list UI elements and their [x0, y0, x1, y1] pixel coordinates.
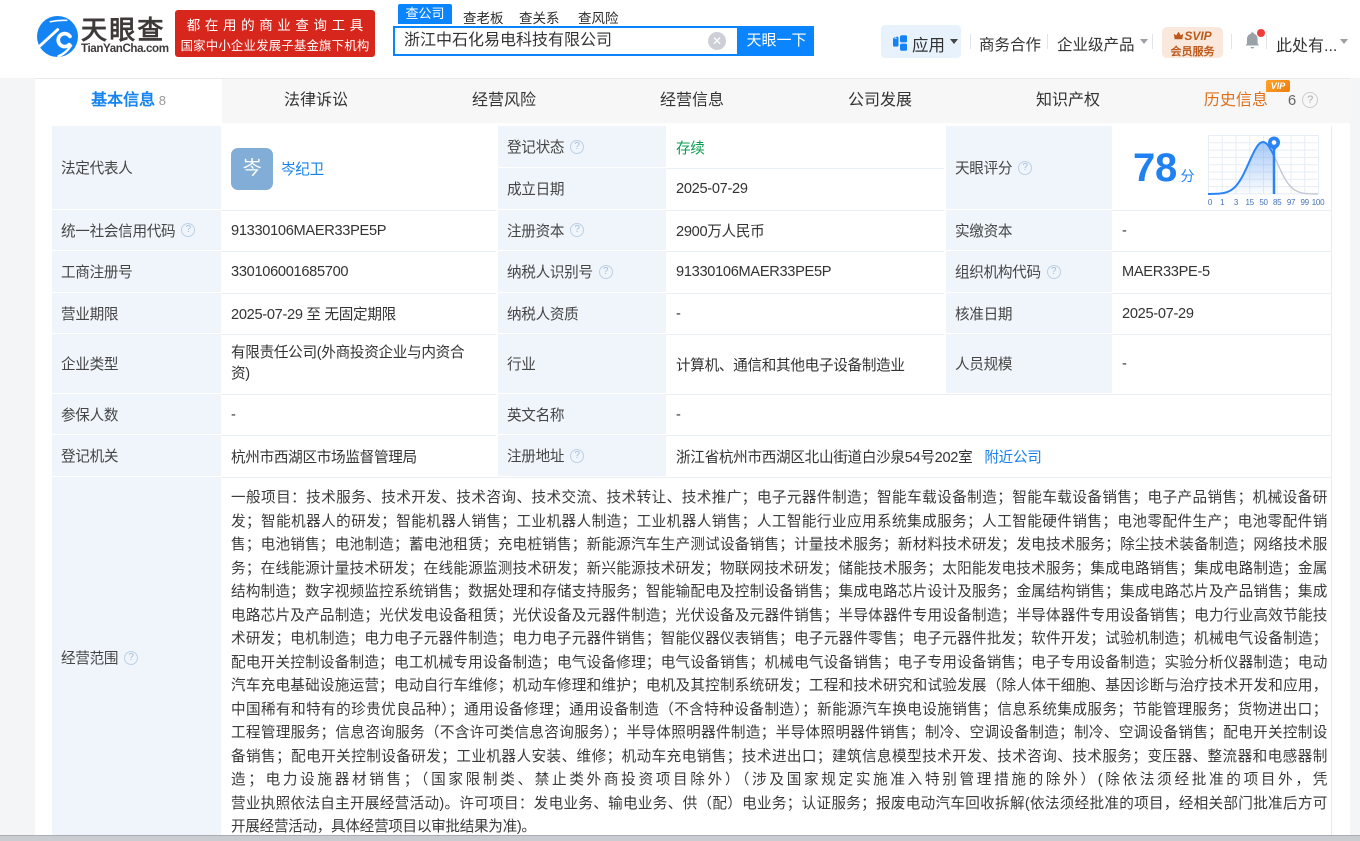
svg-text:15: 15 [1246, 198, 1255, 207]
svg-text:97: 97 [1287, 198, 1296, 207]
svg-text:50: 50 [1259, 198, 1268, 207]
svg-text:99: 99 [1301, 198, 1310, 207]
svg-text:1: 1 [1220, 198, 1225, 207]
svg-text:85: 85 [1273, 198, 1282, 207]
svg-text:100: 100 [1312, 198, 1325, 207]
svg-text:3: 3 [1234, 198, 1239, 207]
svg-text:0: 0 [1208, 198, 1213, 207]
